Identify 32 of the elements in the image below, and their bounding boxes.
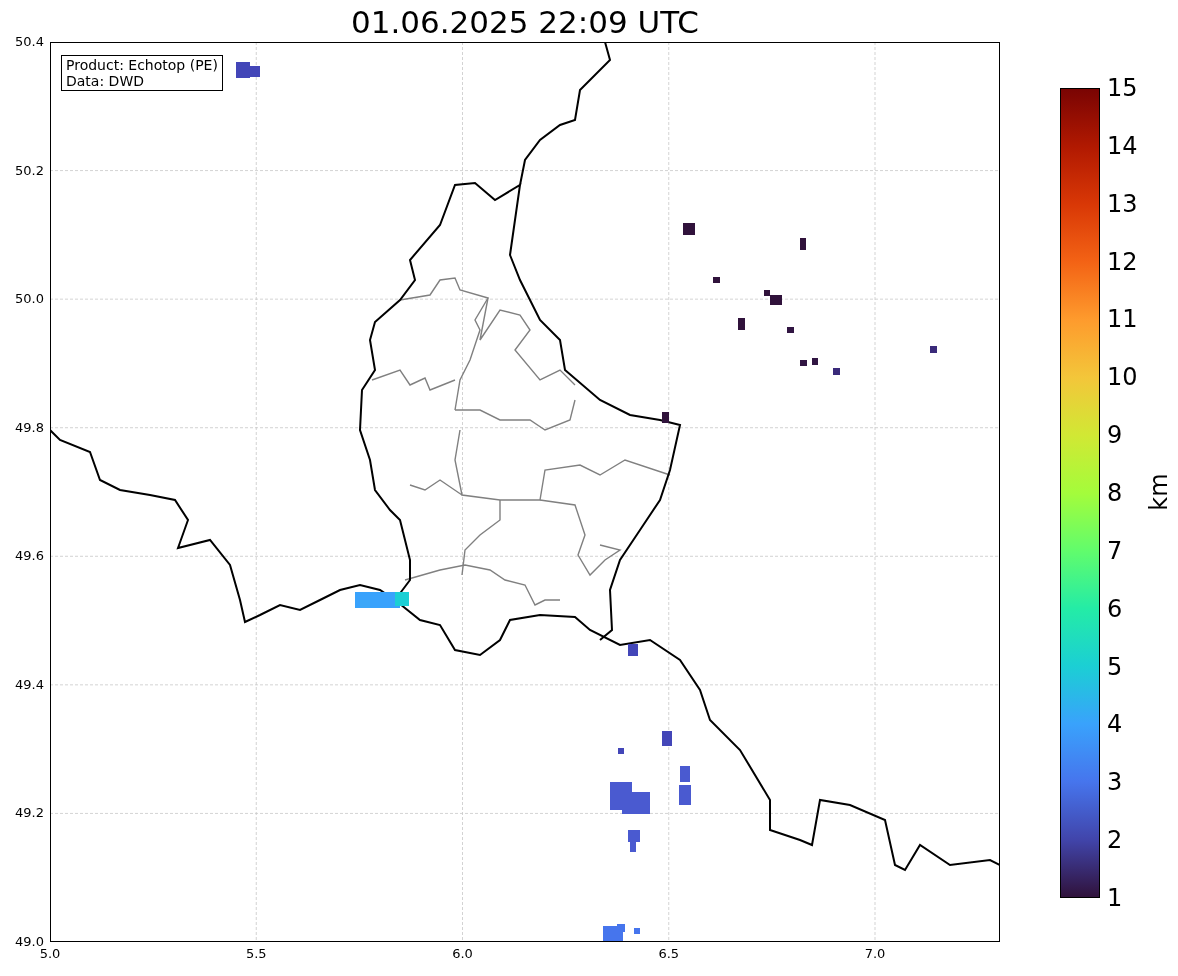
colorbar-tick-label: 10: [1107, 363, 1138, 392]
colorbar-tick-label: 4: [1107, 710, 1123, 739]
colorbar-tick-label: 2: [1107, 826, 1123, 855]
y-axis-tick-label: 50.0: [14, 291, 44, 308]
colorbar-tick-label: 6: [1107, 594, 1123, 623]
x-axis-tick-label: 5.0: [38, 946, 62, 962]
colorbar-tick-label: 12: [1107, 247, 1138, 276]
y-axis-tick-label: 50.2: [14, 162, 44, 179]
x-axis-tick-label: 6.0: [451, 946, 474, 962]
colorbar-tick-label: 7: [1107, 536, 1123, 565]
info-text: Data: DWD: [66, 73, 145, 89]
y-axis-tick-label: 49.0: [14, 934, 44, 949]
y-axis-tick-label: 49.2: [14, 805, 44, 822]
x-axis-tick-label: 6.5: [657, 946, 681, 962]
colorbar-tick-label: 8: [1107, 479, 1123, 507]
x-axis-tick-label: 5.5: [244, 946, 268, 962]
chart-title: 01.06.2025 22:09 UTC: [350, 3, 700, 42]
colorbar-tick-label: 11: [1107, 305, 1138, 334]
colorbar-tick-label: 3: [1107, 768, 1123, 797]
colorbar-tick-label: 1: [1107, 884, 1123, 912]
y-axis-tick-label: 49.8: [14, 419, 44, 436]
colorbar-tick-label: 5: [1107, 652, 1123, 681]
y-axis-tick-label: 49.4: [14, 676, 44, 693]
x-axis-tick-label: 7.0: [863, 946, 887, 962]
y-axis-tick-label: 50.4: [14, 34, 44, 50]
colorbar-label: km: [1143, 473, 1174, 511]
colorbar-tick-label: 13: [1107, 189, 1138, 218]
colorbar-tick-label: 15: [1107, 74, 1138, 102]
info-text: Product: Echotop (PE): [66, 57, 218, 73]
colorbar-tick-label: 14: [1107, 131, 1138, 160]
y-axis-tick-label: 49.6: [14, 548, 44, 565]
colorbar-tick-label: 9: [1107, 421, 1123, 450]
